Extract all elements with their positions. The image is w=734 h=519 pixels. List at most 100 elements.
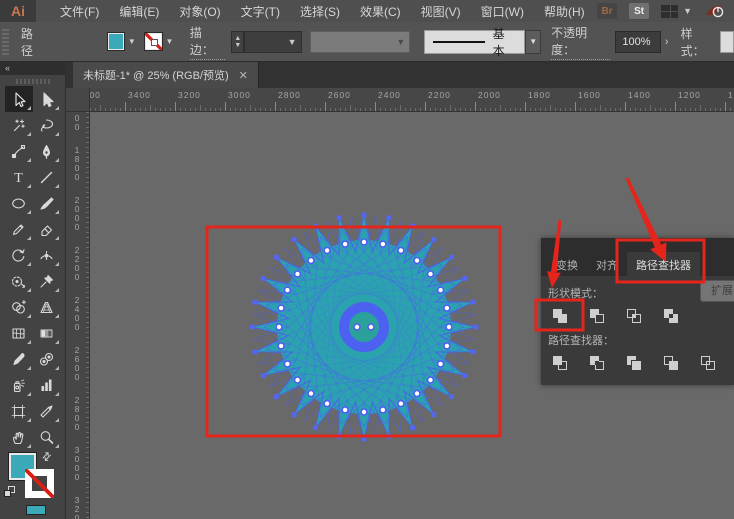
crop-button[interactable] bbox=[659, 352, 683, 374]
ruler-tick bbox=[86, 342, 89, 343]
rotate-tool[interactable] bbox=[5, 242, 33, 268]
stroke-weight-label[interactable]: 描边： bbox=[189, 24, 226, 60]
slice-icon bbox=[40, 404, 53, 418]
panel-tab-变换[interactable]: 变换 bbox=[547, 252, 587, 276]
style-combo-clipped[interactable] bbox=[720, 30, 734, 53]
variable-width-profile[interactable]: 基本 bbox=[424, 27, 526, 58]
merge-button[interactable] bbox=[622, 352, 646, 374]
intersect-button[interactable] bbox=[622, 305, 646, 327]
stroke-color-chip[interactable] bbox=[144, 32, 164, 51]
menu-item[interactable]: 帮助(H) bbox=[534, 0, 595, 23]
free-transform-tool[interactable] bbox=[33, 268, 61, 294]
ruler-tick bbox=[86, 162, 89, 163]
ruler-tick bbox=[255, 108, 256, 111]
ruler-label: 1200 bbox=[678, 90, 701, 100]
artboard-tool[interactable] bbox=[5, 398, 33, 424]
ruler-tick bbox=[86, 407, 89, 408]
type-tool[interactable]: T bbox=[5, 164, 33, 190]
stroke-weight-stepper[interactable]: ▲ ▼ bbox=[231, 30, 245, 53]
bridge-button[interactable]: Br bbox=[597, 3, 618, 19]
opacity-flyout-icon[interactable]: › bbox=[661, 36, 673, 48]
pen-tool[interactable] bbox=[33, 138, 61, 164]
ruler-tick bbox=[95, 108, 96, 111]
unite-button[interactable] bbox=[548, 305, 572, 327]
selected-starburst-shape[interactable] bbox=[244, 207, 484, 447]
width-tool[interactable] bbox=[33, 242, 61, 268]
exclude-button[interactable] bbox=[659, 305, 683, 327]
ruler-tick bbox=[86, 227, 89, 228]
color-mode-button-clipped[interactable] bbox=[26, 505, 46, 515]
hand-tool[interactable] bbox=[5, 424, 33, 450]
gradient-tool[interactable] bbox=[33, 320, 61, 346]
control-bar-grip[interactable] bbox=[2, 28, 9, 55]
ruler-tick bbox=[86, 307, 89, 308]
menu-item[interactable]: 选择(S) bbox=[290, 0, 350, 23]
line-segment-tool[interactable] bbox=[33, 164, 61, 190]
minus-front-button[interactable] bbox=[585, 305, 609, 327]
ruler-tick bbox=[225, 102, 226, 111]
column-graph-tool[interactable] bbox=[33, 372, 61, 398]
eyedropper-tool[interactable] bbox=[5, 346, 33, 372]
stock-button[interactable]: St bbox=[629, 3, 650, 19]
symbol-sprayer-tool[interactable] bbox=[5, 372, 33, 398]
ruler-tick bbox=[86, 477, 89, 478]
panel-tab-对齐[interactable]: 对齐 bbox=[587, 252, 627, 276]
menu-item[interactable]: 编辑(E) bbox=[109, 0, 169, 23]
ruler-origin-corner[interactable] bbox=[66, 88, 90, 112]
menu-item[interactable]: 文字(T) bbox=[231, 0, 290, 23]
workspace-switcher[interactable]: ▼ bbox=[661, 4, 692, 18]
outline-button[interactable] bbox=[696, 352, 720, 374]
tools-collapse-button[interactable]: « bbox=[0, 62, 65, 75]
trim-button[interactable] bbox=[585, 352, 609, 374]
stroke-chevron-icon[interactable]: ▼ bbox=[163, 32, 176, 51]
app-logo[interactable]: Ai bbox=[0, 0, 36, 22]
opacity-label[interactable]: 不透明度： bbox=[551, 24, 611, 60]
panel-tab-路径查找器[interactable]: 路径查找器 bbox=[627, 252, 700, 276]
slice-tool[interactable] bbox=[33, 398, 61, 424]
menu-item[interactable]: 文件(F) bbox=[50, 0, 109, 23]
horizontal-ruler[interactable]: 3600 3400 3200 3000 2800 2600 2400 2200 2000 1800… bbox=[90, 88, 734, 112]
perspective-grid-tool[interactable] bbox=[33, 294, 61, 320]
ruler-tick bbox=[86, 287, 89, 288]
fill-color-chip[interactable] bbox=[106, 32, 126, 51]
cs-live-icon[interactable] bbox=[704, 3, 724, 19]
curvature-tool[interactable] bbox=[5, 138, 33, 164]
divide-button[interactable] bbox=[548, 352, 572, 374]
menu-item[interactable]: 效果(C) bbox=[350, 0, 411, 23]
puppet-warp-tool[interactable] bbox=[5, 268, 33, 294]
ruler-tick bbox=[465, 108, 466, 111]
pencil-tool[interactable] bbox=[5, 216, 33, 242]
swap-fill-stroke-icon[interactable]: ⇄ bbox=[39, 449, 54, 464]
illustrator-window: Ai 文件(F) 编辑(E) 对象(O) 文字(T) 选择(S) 效果(C) 视图(V) 窗口… bbox=[0, 0, 734, 519]
mesh-tool[interactable] bbox=[5, 320, 33, 346]
document-tab[interactable]: 未标题-1* @ 25% (RGB/预览) ✕ bbox=[73, 62, 259, 88]
ruler-tick bbox=[575, 102, 576, 111]
menu-item[interactable]: 视图(V) bbox=[411, 0, 471, 23]
eraser-tool[interactable] bbox=[33, 216, 61, 242]
magic-wand-tool[interactable] bbox=[5, 112, 33, 138]
tools-grip[interactable] bbox=[15, 79, 50, 84]
stroke-weight-combo[interactable]: ▼ bbox=[244, 30, 302, 53]
default-fill-stroke-icon[interactable] bbox=[4, 486, 16, 498]
menu-item[interactable]: 对象(O) bbox=[169, 0, 230, 23]
brush-definition-combo[interactable]: ▼ bbox=[309, 30, 411, 53]
opacity-value[interactable]: 100% bbox=[615, 30, 661, 53]
vertical-ruler[interactable]: 1600 1800 2000 2200 2400 2600 2800 3000 3200 bbox=[66, 112, 90, 519]
shape-builder-tool[interactable] bbox=[5, 294, 33, 320]
selection-tool[interactable] bbox=[4, 86, 33, 112]
ellipse-tool[interactable] bbox=[5, 190, 33, 216]
menu-item[interactable]: 窗口(W) bbox=[471, 0, 534, 23]
stroke-swatch[interactable] bbox=[25, 469, 54, 498]
profile-chevron-icon[interactable]: ▼ bbox=[525, 29, 542, 54]
zoom-tool[interactable] bbox=[33, 424, 61, 450]
ruler-tick bbox=[86, 412, 89, 413]
lasso-tool[interactable] bbox=[33, 112, 61, 138]
minus-front-icon bbox=[590, 309, 604, 323]
fill-chevron-icon[interactable]: ▼ bbox=[125, 32, 138, 51]
direct-selection-tool[interactable] bbox=[33, 86, 61, 112]
ruler-tick bbox=[86, 462, 89, 463]
close-tab-icon[interactable]: ✕ bbox=[239, 69, 248, 82]
paintbrush-tool[interactable] bbox=[33, 190, 61, 216]
expand-button[interactable]: 扩展 bbox=[700, 280, 734, 302]
blend-tool[interactable] bbox=[33, 346, 61, 372]
